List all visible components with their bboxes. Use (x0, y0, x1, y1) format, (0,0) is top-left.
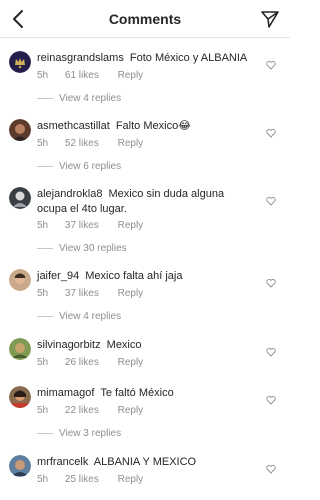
like-heart-icon[interactable] (266, 128, 276, 138)
view-replies-link[interactable]: View 3 replies (37, 428, 121, 439)
view-replies-link[interactable]: View 30 replies (37, 243, 127, 254)
page-title: Comments (108, 11, 182, 27)
comment-time: 5h (37, 405, 49, 416)
likes-count[interactable]: 52 likes (65, 138, 99, 149)
comment-text: Mexico (106, 339, 142, 351)
view-replies-link[interactable]: View 6 replies (37, 161, 121, 172)
likes-count[interactable]: 37 likes (65, 220, 99, 231)
replies-divider (37, 97, 53, 99)
like-heart-icon[interactable] (266, 60, 276, 70)
comment-time: 5h (37, 70, 49, 81)
reply-button[interactable]: Reply (118, 220, 144, 231)
likes-count[interactable]: 61 likes (65, 70, 99, 81)
comment-username[interactable]: mimamagof (37, 387, 94, 399)
avatar[interactable] (9, 386, 31, 408)
like-heart-icon[interactable] (266, 395, 276, 405)
comment-time: 5h (37, 138, 49, 149)
reply-button[interactable]: Reply (118, 288, 144, 299)
comment-username[interactable]: asmethcastillat (37, 120, 110, 132)
replies-divider (37, 247, 53, 249)
view-replies-link[interactable]: View 4 replies (37, 93, 121, 104)
avatar[interactable] (9, 119, 31, 141)
comment-time: 5h (37, 357, 49, 368)
replies-divider (37, 432, 53, 434)
reply-button[interactable]: Reply (118, 138, 144, 149)
send-icon[interactable] (260, 9, 280, 29)
replies-divider (37, 165, 53, 167)
reply-button[interactable]: Reply (118, 405, 144, 416)
avatar[interactable] (9, 187, 31, 209)
like-heart-icon[interactable] (266, 278, 276, 288)
avatar[interactable] (9, 338, 31, 360)
comment-time: 5h (37, 288, 49, 299)
reply-button[interactable]: Reply (118, 474, 144, 485)
like-heart-icon[interactable] (266, 464, 276, 474)
likes-count[interactable]: 25 likes (65, 474, 99, 485)
avatar[interactable] (9, 51, 31, 73)
comment-username[interactable]: reinasgrandslams (37, 52, 124, 64)
comments-header: Comments (0, 0, 290, 38)
avatar[interactable] (9, 269, 31, 291)
comment-text: ALBANIA Y MEXICO (93, 456, 197, 468)
reply-button[interactable]: Reply (118, 357, 144, 368)
comment-text: Falto Mexico😂 (115, 120, 192, 132)
like-heart-icon[interactable] (266, 196, 276, 206)
comment-time: 5h (37, 474, 49, 485)
view-replies-link[interactable]: View 4 replies (37, 311, 121, 322)
likes-count[interactable]: 26 likes (65, 357, 99, 368)
replies-divider (37, 315, 53, 317)
like-heart-icon[interactable] (266, 347, 276, 357)
comment-text: Te faltó México (100, 387, 174, 399)
avatar[interactable] (9, 455, 31, 477)
comment-username[interactable]: jaifer_94 (37, 270, 79, 282)
comment-text: Foto México y ALBANIA (129, 52, 248, 64)
comment-time: 5h (37, 220, 49, 231)
comment-username[interactable]: mrfrancelk (37, 456, 88, 468)
likes-count[interactable]: 37 likes (65, 288, 99, 299)
reply-button[interactable]: Reply (118, 70, 144, 81)
comment-username[interactable]: silvinagorbitz (37, 339, 101, 351)
comment-text: Mexico falta ahí jaja (85, 270, 183, 282)
likes-count[interactable]: 22 likes (65, 405, 99, 416)
comment-username[interactable]: alejandrokla8 (37, 188, 102, 200)
